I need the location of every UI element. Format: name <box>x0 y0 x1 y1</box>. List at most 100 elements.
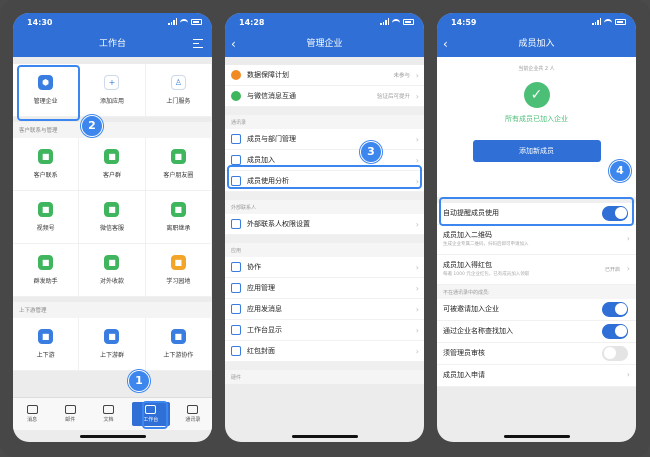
nav-bar: ‹ 管理企业 <box>225 31 424 57</box>
toggle-switch[interactable] <box>602 345 628 361</box>
tab-2[interactable]: 文档 <box>89 398 127 430</box>
app-tile[interactable]: ■ 客户朋友圈 <box>145 138 212 191</box>
wifi-icon <box>180 18 188 25</box>
add-member-button[interactable]: 添加新成员 <box>472 140 601 162</box>
row-icon <box>231 70 241 80</box>
row-icon <box>231 134 241 144</box>
setting-title: 成员加入二维码 <box>443 231 492 239</box>
list-row[interactable]: 外部联系人权限设置 › <box>225 214 424 235</box>
row-icon <box>231 283 241 293</box>
invite-settings: 可被邀请加入企业 通过企业名称查找加入 须管理员审核 成员加入申请 › <box>437 299 636 387</box>
app-tile[interactable]: ■ 客户群 <box>79 138 146 191</box>
app-icon: ■ <box>104 149 120 164</box>
app-icon: ■ <box>38 255 54 270</box>
row-icon <box>231 325 241 335</box>
setting-title: 成员加入得红包 <box>443 261 492 269</box>
list-row[interactable]: 协作 › <box>225 257 424 278</box>
app-tile[interactable]: ■ 对外收款 <box>79 244 146 297</box>
app-icon: ■ <box>38 329 54 344</box>
app-tile[interactable]: ■ 学习园地 <box>145 244 212 297</box>
app-tile[interactable]: ■ 上下游协作 <box>145 318 212 371</box>
row-label: 数据保障计划 <box>247 71 289 79</box>
setting-row[interactable]: 须管理员审核 <box>437 343 636 365</box>
app-label: 上下游群 <box>99 352 124 359</box>
app-tile[interactable]: ■ 上下游 <box>13 318 80 371</box>
tab-icon <box>26 405 38 414</box>
group-header: 不在通讯录中的成员: <box>437 285 636 299</box>
app-label: 学习园地 <box>166 278 191 285</box>
app-tile[interactable]: ■ 群发助手 <box>13 244 80 297</box>
chevron-right-icon: › <box>415 283 419 293</box>
app-icon: ■ <box>104 202 120 217</box>
row-label: 外部联系人权限设置 <box>247 220 310 228</box>
chevron-right-icon: › <box>415 346 419 356</box>
setting-row[interactable]: 成员加入得红包 每邀 1000 元企业红包，已有成员加入领取 已开启 › <box>437 255 636 285</box>
highlight-member-join <box>227 165 422 189</box>
toggle-switch[interactable] <box>602 323 628 339</box>
row-icon <box>231 91 241 101</box>
app-label: 视频号 <box>36 225 55 232</box>
tab-1[interactable]: 邮件 <box>51 398 89 430</box>
all-joined-text: 所有成员已加入企业 <box>505 115 568 123</box>
app-icon: ♙ <box>170 75 186 90</box>
tab-4[interactable]: 通讯录 <box>174 398 212 430</box>
app-icon: ■ <box>170 255 186 270</box>
app-tile[interactable]: ♙ 上门服务 <box>145 64 212 117</box>
list-row[interactable]: 应用管理 › <box>225 278 424 299</box>
battery-icon <box>403 18 414 25</box>
back-icon[interactable]: ‹ <box>443 31 448 57</box>
tab-label: 邮件 <box>65 417 76 423</box>
app-label: 群发助手 <box>33 278 58 285</box>
filter-icon[interactable] <box>193 39 203 48</box>
status-icons <box>168 18 202 25</box>
app-label: 客户群 <box>102 172 121 179</box>
row-icon <box>231 304 241 314</box>
step-badge: 2 <box>81 115 103 137</box>
setting-desc: 生成企业专属二维码，扫码后即可申请加入 <box>443 242 529 247</box>
status-icons <box>592 18 626 25</box>
tab-label: 消息 <box>27 417 38 423</box>
app-tile[interactable]: ■ 离职继承 <box>145 191 212 244</box>
tab-label: 文档 <box>103 417 114 423</box>
list-row[interactable]: 数据保障计划 未参与 › <box>225 65 424 86</box>
status-time: 14:59 <box>451 18 477 27</box>
app-tile[interactable]: ■ 视频号 <box>13 191 80 244</box>
status-bar: 14:30 <box>13 13 212 31</box>
tab-0[interactable]: 消息 <box>13 398 51 430</box>
list-row[interactable]: 工作台显示 › <box>225 320 424 341</box>
chevron-right-icon: › <box>626 233 630 243</box>
setting-row[interactable]: 成员加入二维码生成企业专属二维码，扫码后即可申请加入 › <box>437 225 636 255</box>
wifi-icon <box>604 18 612 25</box>
toggle-switch[interactable] <box>602 301 628 317</box>
section-header: 客户联系与管理 <box>13 122 212 138</box>
chevron-right-icon: › <box>415 70 419 80</box>
tab-label: 通讯录 <box>185 417 201 423</box>
status-bar: 14:59 <box>437 13 636 31</box>
app-icon: ■ <box>38 202 54 217</box>
app-label: 对外收款 <box>99 278 124 285</box>
status-bar: 14:28 <box>225 13 424 31</box>
highlight-manage-company <box>17 65 80 121</box>
list-row[interactable]: 与微信消息互通 验证后可提升 › <box>225 86 424 107</box>
chevron-right-icon: › <box>626 369 630 379</box>
list-row[interactable]: 成员与部门管理 › <box>225 129 424 150</box>
setting-row[interactable]: 可被邀请加入企业 <box>437 299 636 321</box>
list-row[interactable]: 应用发消息 › <box>225 299 424 320</box>
setting-row[interactable]: 成员加入申请 › <box>437 365 636 387</box>
app-icon: ■ <box>170 329 186 344</box>
back-icon[interactable]: ‹ <box>231 31 236 57</box>
app-tile[interactable]: + 添加应用 <box>79 64 146 117</box>
app-tile[interactable]: ■ 上下游群 <box>79 318 146 371</box>
app-label: 添加应用 <box>99 98 124 105</box>
phone-workbench: 14:30 工作台 ⬢ 管理企业 + 添加应用 ♙ 上门服务 客户联系与管理 ■ 客户联系 ■… <box>13 13 212 442</box>
app-icon: ■ <box>104 255 120 270</box>
wifi-icon <box>392 18 400 25</box>
highlight-workbench-tab <box>142 401 168 429</box>
external-list: 外部联系人权限设置 › <box>225 214 424 235</box>
app-tile[interactable]: ■ 客户联系 <box>13 138 80 191</box>
list-row[interactable]: 红包封面 › <box>225 341 424 362</box>
app-icon: + <box>104 75 120 90</box>
app-tile[interactable]: ■ 微信客服 <box>79 191 146 244</box>
tab-icon <box>103 405 114 414</box>
setting-row[interactable]: 通过企业名称查找加入 <box>437 321 636 343</box>
